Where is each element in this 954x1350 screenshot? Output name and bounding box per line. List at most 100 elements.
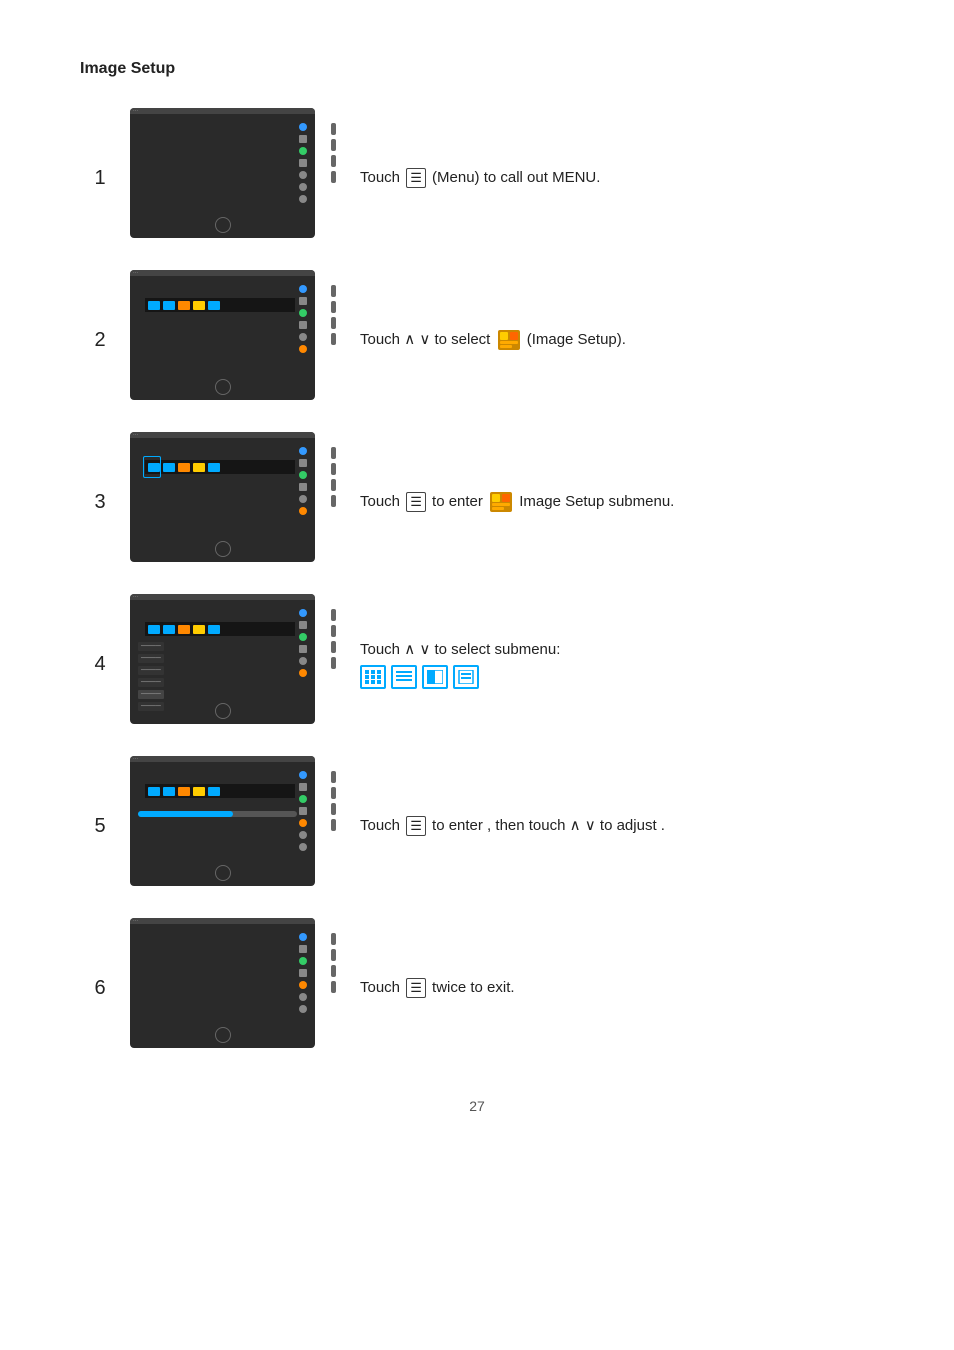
instruction-3: Touch ☰ to enter Image Setup submenu. <box>360 491 874 514</box>
v-btn-3-3 <box>331 479 336 491</box>
v-btn-2-4 <box>331 333 336 345</box>
icon-5-6 <box>299 831 307 839</box>
icon-6-7 <box>299 1005 307 1013</box>
icon-5 <box>299 171 307 179</box>
hm-5-3 <box>178 787 190 796</box>
instruction-2: Touch ∧ ∨ to select (Image Setup). <box>360 329 874 352</box>
submenu-icons-4 <box>360 665 874 689</box>
hm-3-5 <box>208 463 220 472</box>
right-icons-4 <box>299 609 307 677</box>
screen-5: ··· <box>130 756 315 886</box>
v-btn-2-3 <box>331 317 336 329</box>
icon-4-2 <box>299 621 307 629</box>
v-btn-1 <box>331 123 336 135</box>
h-menu-2 <box>145 298 295 312</box>
icon-5-2 <box>299 783 307 791</box>
step-number-3: 3 <box>80 491 120 514</box>
monitor-1: ··· <box>130 108 330 248</box>
v-btn-2-1 <box>331 285 336 297</box>
steps-container: 1 ··· <box>80 108 874 1058</box>
hm-4-2 <box>163 625 175 634</box>
step-number-4: 4 <box>80 653 120 676</box>
icon-5-1 <box>299 771 307 779</box>
step-6: 6 ··· <box>80 918 874 1058</box>
screen-6: ··· <box>130 918 315 1048</box>
icon-6-1 <box>299 933 307 941</box>
v-btn-3-2 <box>331 463 336 475</box>
selected-box-3 <box>143 456 161 478</box>
icon-2-6 <box>299 345 307 353</box>
screen-1: ··· <box>130 108 315 238</box>
right-icons-3 <box>299 447 307 515</box>
hm-4 <box>193 301 205 310</box>
step-number-1: 1 <box>80 167 120 190</box>
step-1: 1 ··· <box>80 108 874 248</box>
top-bar-4: ··· <box>130 594 315 600</box>
v-btn-5-4 <box>331 819 336 831</box>
page-number: 27 <box>80 1098 874 1114</box>
v-bar-2 <box>331 285 336 345</box>
menu-icon-1: ☰ <box>406 168 426 188</box>
v-btn-6-1 <box>331 933 336 945</box>
icon-3 <box>299 147 307 155</box>
hm-4-3 <box>178 625 190 634</box>
hm-4-1 <box>148 625 160 634</box>
icon-3-4 <box>299 483 307 491</box>
menu-icon-5: ☰ <box>406 816 426 836</box>
v-btn-4-3 <box>331 641 336 653</box>
top-bar-1: ··· <box>130 108 315 114</box>
icon-5-5 <box>299 819 307 827</box>
screen-2: ··· <box>130 270 315 400</box>
icon-3-3 <box>299 471 307 479</box>
monitor-6: ··· <box>130 918 330 1058</box>
submenu-icon-1 <box>360 665 386 689</box>
power-circle-2 <box>215 379 231 395</box>
hm-2 <box>163 301 175 310</box>
instruction-4: Touch ∧ ∨ to select submenu: <box>360 639 874 690</box>
v-btn-6-4 <box>331 981 336 993</box>
v-btn-3-4 <box>331 495 336 507</box>
icon-4-3 <box>299 633 307 641</box>
v-btn-4 <box>331 171 336 183</box>
v-btn-3-1 <box>331 447 336 459</box>
step-2: 2 ··· <box>80 270 874 410</box>
submenu-icon-4 <box>453 665 479 689</box>
sl-item-1: ──── <box>138 642 164 651</box>
step-number-5: 5 <box>80 815 120 838</box>
icon-2-4 <box>299 321 307 329</box>
power-circle-4 <box>215 703 231 719</box>
power-circle-5 <box>215 865 231 881</box>
img-setup-icon-3 <box>490 492 512 512</box>
step-number-6: 6 <box>80 977 120 1000</box>
page-title: Image Setup <box>80 60 874 78</box>
v-btn-4-4 <box>331 657 336 669</box>
monitor-2: ··· <box>130 270 330 410</box>
power-circle-6 <box>215 1027 231 1043</box>
v-btn-2-2 <box>331 301 336 313</box>
progress-bar-5 <box>138 811 297 817</box>
menu-icon-3: ☰ <box>406 492 426 512</box>
v-bar-3 <box>331 447 336 507</box>
v-btn-5-2 <box>331 787 336 799</box>
hm-3-3 <box>178 463 190 472</box>
screen-4: ··· ──── <box>130 594 315 724</box>
instruction-5: Touch ☰ to enter , then touch ∧ ∨ to adj… <box>360 815 874 838</box>
top-bar-6: ··· <box>130 918 315 924</box>
icon-3-5 <box>299 495 307 503</box>
submenu-icon-2 <box>391 665 417 689</box>
hm-3-2 <box>163 463 175 472</box>
power-circle-1 <box>215 217 231 233</box>
h-menu-4 <box>145 622 295 636</box>
submenu-icon-3 <box>422 665 448 689</box>
screen-3: ··· <box>130 432 315 562</box>
icon-4-6 <box>299 669 307 677</box>
icon-6 <box>299 183 307 191</box>
monitor-5: ··· <box>130 756 330 896</box>
icon-3-2 <box>299 459 307 467</box>
top-bar-5: ··· <box>130 756 315 762</box>
v-btn-6-2 <box>331 949 336 961</box>
hm-5 <box>208 301 220 310</box>
icon-6-5 <box>299 981 307 989</box>
icon-1 <box>299 123 307 131</box>
v-bar-6 <box>331 933 336 993</box>
